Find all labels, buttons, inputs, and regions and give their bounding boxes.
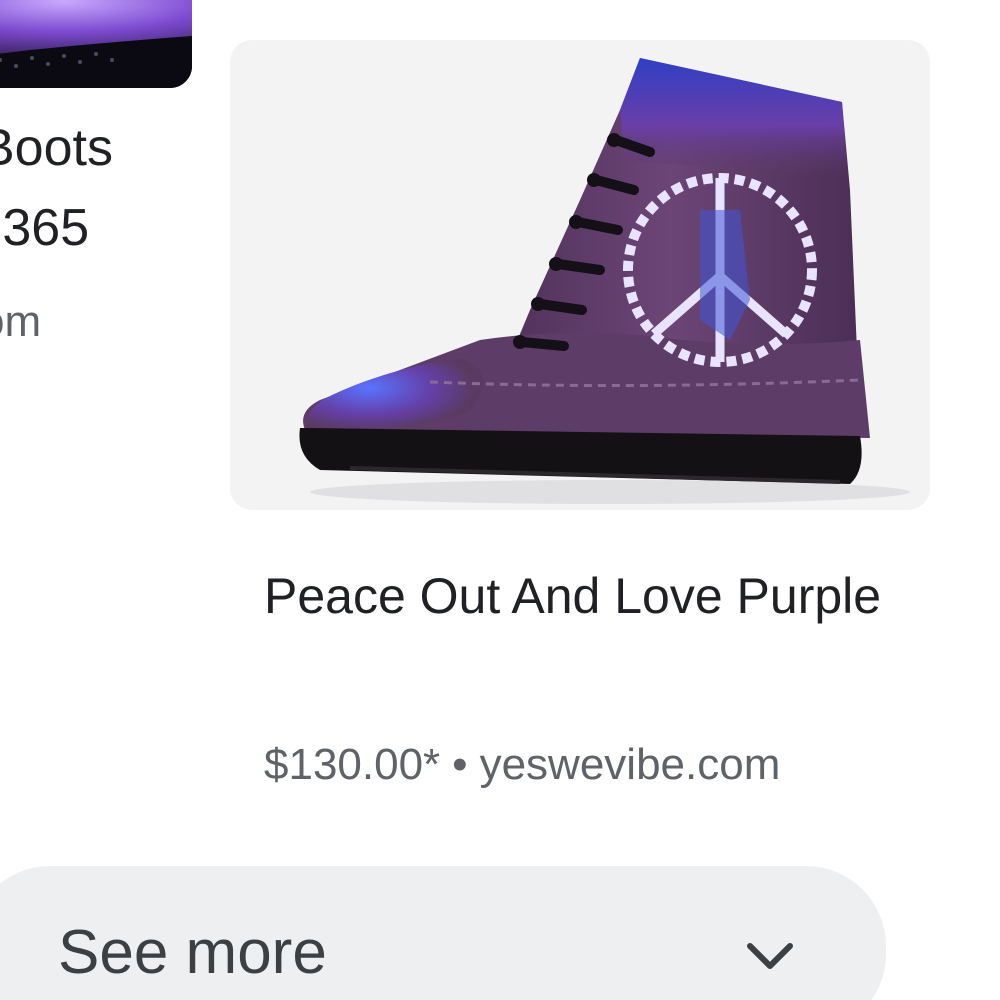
product-image[interactable] — [230, 40, 930, 510]
shopping-results: Boots ' 365 om — [0, 0, 1000, 1000]
product-card-previous[interactable]: Boots ' 365 om — [0, 0, 192, 400]
product-meta: $130.00* • yeswevibe.com — [264, 738, 780, 792]
product-card[interactable]: Peace Out And Love Purple $130.00* • yeswe… — [230, 40, 930, 820]
chevron-down-icon — [747, 943, 793, 969]
product-image-previous[interactable] — [0, 0, 192, 88]
product-title-previous[interactable]: Boots — [0, 118, 113, 178]
see-more-label: See more — [58, 918, 327, 987]
boot-thumbnail-icon — [0, 0, 192, 88]
boot-image-icon — [299, 58, 910, 504]
product-price-previous: ' 365 — [0, 199, 90, 257]
product-source: yeswevibe.com — [479, 740, 781, 789]
product-source-previous: om — [0, 297, 42, 346]
see-more-button[interactable]: See more — [0, 866, 886, 1000]
product-title[interactable]: Peace Out And Love Purple — [264, 554, 904, 638]
meta-separator: • — [452, 740, 468, 789]
product-price: $130.00* — [264, 740, 441, 789]
